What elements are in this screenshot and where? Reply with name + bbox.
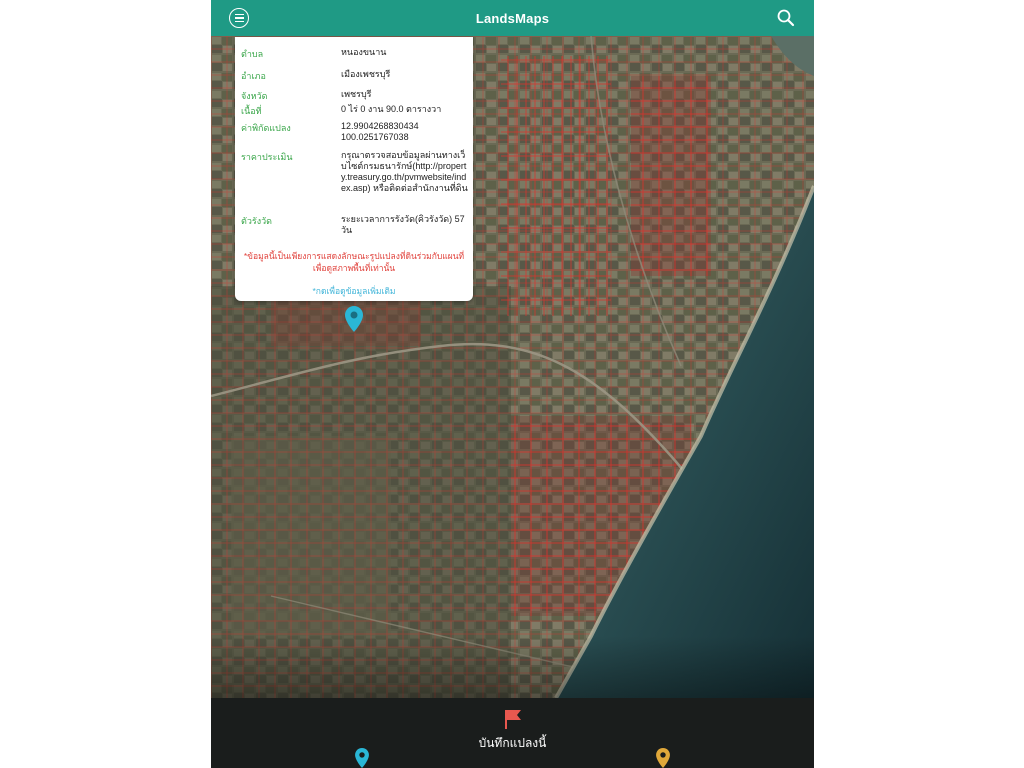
map-pin-icon[interactable] bbox=[345, 306, 363, 337]
row-value: หนองขนาน bbox=[341, 47, 387, 57]
location-pin-icon[interactable] bbox=[355, 748, 369, 768]
app-screen: LandsMaps ตำบล หนองขนาน อำเภอ เมืองเพชรบ… bbox=[211, 0, 814, 768]
row-label: ตำบล bbox=[241, 49, 264, 59]
row-value[interactable]: กรุณาตรวจสอบข้อมูลผ่านทางเว็บไซต์กรมธนาร… bbox=[341, 150, 469, 194]
menu-icon[interactable] bbox=[229, 8, 249, 28]
popup-row-coordinates: ค่าพิกัดแปลง 12.9904268830434 100.025176… bbox=[241, 121, 469, 143]
popup-row-province: จังหวัด เพชรบุรี bbox=[241, 89, 469, 103]
more-info-link[interactable]: *กดเพื่อดูข้อมูลเพิ่มเติม bbox=[235, 284, 473, 298]
popup-row-appraisal: ราคาประเมิน กรุณาตรวจสอบข้อมูลผ่านทางเว็… bbox=[241, 150, 469, 194]
app-title: LandsMaps bbox=[475, 10, 550, 26]
row-label: ค่าพิกัดแปลง bbox=[241, 123, 291, 133]
saved-pin-icon[interactable] bbox=[656, 748, 670, 768]
app-header: LandsMaps bbox=[211, 0, 814, 36]
bottom-toolbar: บันทึกแปลงนี้ bbox=[211, 698, 814, 768]
row-value: เมืองเพชรบุรี bbox=[341, 69, 391, 79]
row-label: จังหวัด bbox=[241, 91, 268, 101]
row-value: 0 ไร่ 0 งาน 90.0 ตารางวา bbox=[341, 104, 442, 114]
row-label: ราคาประเมิน bbox=[241, 152, 293, 162]
disclaimer-note: *ข้อมูลนี้เป็นเพียงการแสดงลักษณะรูปแปลงท… bbox=[243, 251, 465, 273]
popup-row-survey-queue: ตัวรังวัด ระยะเวลาการรังวัด(คิวรังวัด) 5… bbox=[241, 214, 469, 236]
row-value: เพชรบุรี bbox=[341, 89, 372, 99]
parcel-info-popup: ตำบล หนองขนาน อำเภอ เมืองเพชรบุรี จังหวั… bbox=[235, 37, 473, 301]
popup-row-district: อำเภอ เมืองเพชรบุรี bbox=[241, 69, 469, 83]
popup-row-subdistrict: ตำบล หนองขนาน bbox=[241, 47, 469, 61]
row-label: เนื้อที่ bbox=[241, 106, 262, 116]
row-label: ตัวรังวัด bbox=[241, 216, 273, 226]
row-value: 12.9904268830434 100.0251767038 bbox=[341, 121, 419, 142]
row-label: อำเภอ bbox=[241, 71, 266, 81]
row-value: ระยะเวลาการรังวัด(คิวรังวัด) 57 วัน bbox=[341, 214, 465, 235]
search-icon[interactable] bbox=[776, 8, 796, 28]
popup-row-area: เนื้อที่ 0 ไร่ 0 งาน 90.0 ตารางวา bbox=[241, 104, 469, 118]
flag-icon[interactable] bbox=[503, 708, 523, 735]
save-parcel-button[interactable]: บันทึกแปลงนี้ bbox=[211, 734, 814, 753]
